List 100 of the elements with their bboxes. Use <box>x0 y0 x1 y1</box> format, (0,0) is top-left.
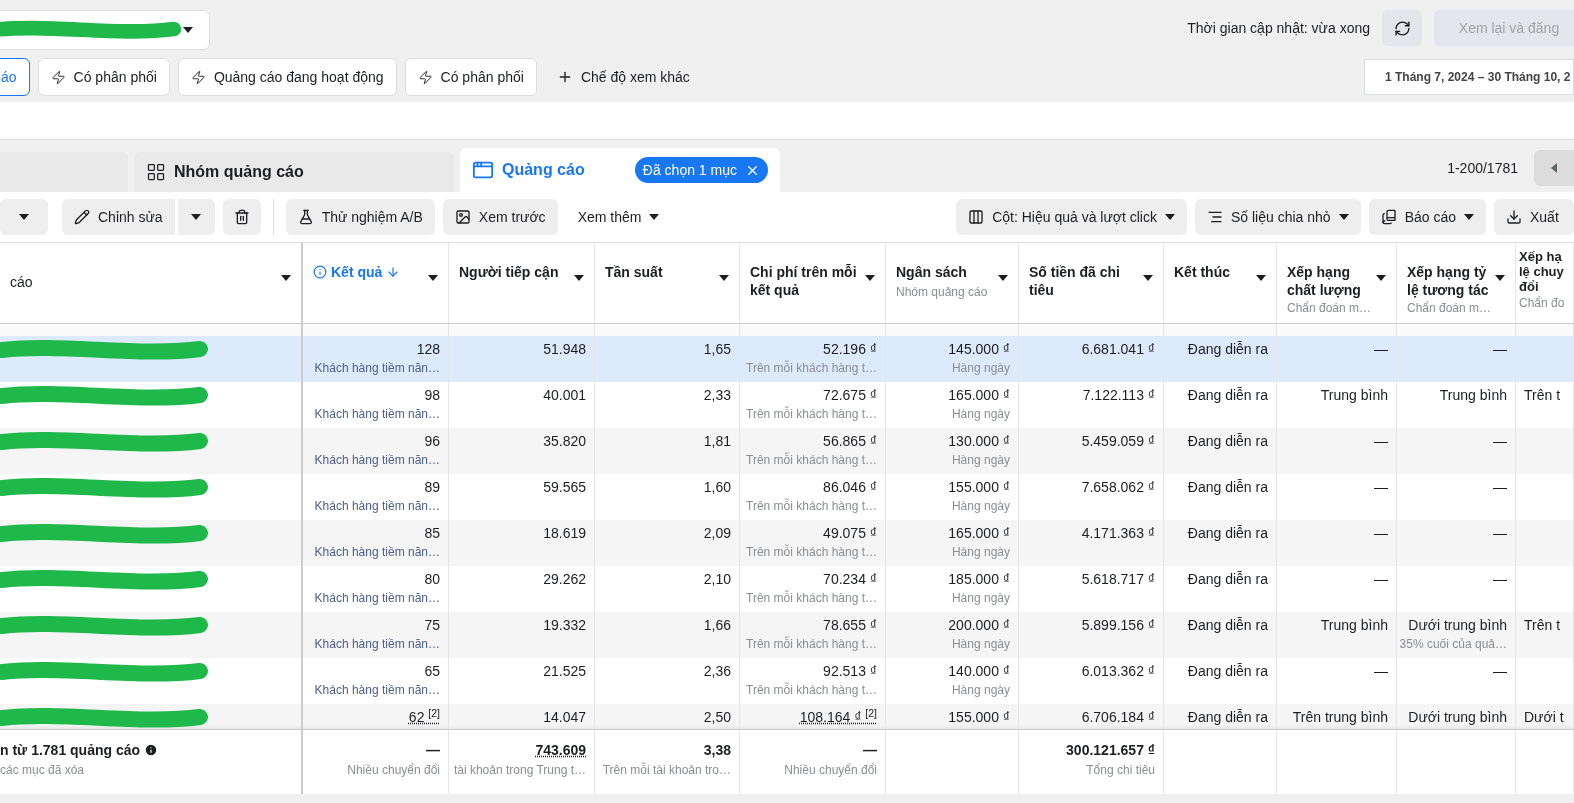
table-cell-text: 52.196 ₫ <box>823 340 877 359</box>
table-cell-text: — <box>1493 662 1507 681</box>
lightning-icon <box>417 69 433 85</box>
table-cell-text: 5.899.156 ₫ <box>1081 616 1155 635</box>
table-cell-text: 70.234 ₫ <box>823 570 877 589</box>
table-row[interactable]: 85 Khách hàng tiềm năn… 18.619 2,09 49.075 ₫ Trên mỗi khách hàng t… 165.000 ₫ Hàng ngày 4.171.363 ₫ Đang diễn ra — — <box>0 520 1574 566</box>
table-cell-text: 1,66 <box>703 616 731 635</box>
table-cell: 108.164 ₫ $^{[2]}$ <box>799 707 877 727</box>
table-cell-text: Trung bình <box>1439 386 1507 405</box>
table-cell-text: 96 <box>424 432 440 451</box>
toolbar-button[interactable]: Xuất <box>1494 199 1574 235</box>
table-cell-text: 2,09 <box>703 524 731 543</box>
table-cell-text: 128 <box>416 340 440 359</box>
lightning-icon <box>190 69 206 85</box>
tab[interactable]: Nhóm quảng cáo <box>134 152 454 192</box>
table-cell-text: — <box>1493 524 1507 543</box>
table-cell-text: 165.000 ₫ <box>948 386 1010 405</box>
table-cell-text: — <box>1493 570 1507 589</box>
table-cell-text: 2,10 <box>703 570 731 589</box>
table-cell-text: — <box>1493 340 1507 359</box>
caret-icon <box>183 27 193 33</box>
table-row[interactable]: 75 Khách hàng tiềm năn… 19.332 1,66 78.655 ₫ Trên mỗi khách hàng t… 200.000 ₫ Hàng ngày 5.899.156 ₫ Đang diễn ra Trung bình Dưới trung bình 35% cuối của quả… Trên t <box>0 612 1574 658</box>
table-cell-text: 2,50 <box>703 708 731 727</box>
pencil-icon <box>74 209 90 225</box>
table-cell-text: 98 <box>424 386 440 405</box>
account-dropdown[interactable] <box>0 10 210 50</box>
filter-chip[interactable]: Có phân phối <box>404 58 537 96</box>
column-header[interactable]: Người tiếp cận <box>459 263 559 281</box>
date-range-button[interactable]: 1 Tháng 7, 2024 – 30 Tháng 10, 2 <box>1364 59 1574 95</box>
trash-icon <box>233 209 250 225</box>
previous-page-button[interactable] <box>1534 150 1574 186</box>
toolbar-button[interactable]: Số liệu chia nhỏ <box>1195 199 1361 235</box>
filter-chip[interactable]: Quảng cáo đang hoạt động <box>177 58 397 96</box>
toolbar-button[interactable]: Báo cáo <box>1368 199 1486 235</box>
cell-subtext: Khách hàng tiềm năn… <box>314 452 440 469</box>
table-cell-text: 2,36 <box>703 662 731 681</box>
caret-icon <box>1338 214 1349 220</box>
column-header[interactable]: Chi phí trên mỗi kết quả <box>750 263 865 299</box>
toolbar-button[interactable]: Xem trước <box>442 199 558 235</box>
table-row[interactable]: 62 $^{[2]}$ 14.047 2,50 108.164 ₫ $^{[2]}$ 155.000 ₫ 6.706.184 ₫ Đang diễn ra Trên trung bình Dưới trung bình Dưới t <box>0 704 1574 729</box>
refresh-button[interactable] <box>1382 10 1422 46</box>
table-cell-text: 2,33 <box>703 386 731 405</box>
column-header[interactable]: Kết quả <box>313 263 401 281</box>
cell-subtext: Khách hàng tiềm năn… <box>314 498 440 515</box>
table-row[interactable]: 65 Khách hàng tiềm năn… 21.525 2,36 92.513 ₫ Trên mỗi khách hàng t… 140.000 ₫ Hàng ngày 6.013.362 ₫ Đang diễn ra — — <box>0 658 1574 704</box>
summary-value: 743.609 <box>535 741 586 760</box>
table-row[interactable]: 96 Khách hàng tiềm năn… 35.820 1,81 56.865 ₫ Trên mỗi khách hàng t… 130.000 ₫ Hàng ngày 5.459.059 ₫ Đang diễn ra — — <box>0 428 1574 474</box>
summary-value: — <box>426 741 440 760</box>
table-cell-text: Đang diễn ra <box>1187 386 1268 405</box>
toolbar-button[interactable]: Thử nghiệm A/B <box>285 199 435 235</box>
filter-chip[interactable]: áo <box>0 58 30 96</box>
cell-subtext: Hàng ngày <box>951 636 1010 653</box>
edit-dropdown-button[interactable] <box>176 199 215 235</box>
table-row[interactable]: 80 Khách hàng tiềm năn… 29.262 2,10 70.234 ₫ Trên mỗi khách hàng t… 185.000 ₫ Hàng ngày 5.618.717 ₫ Đang diễn ra — — <box>0 566 1574 612</box>
table-row[interactable]: 98 Khách hàng tiềm năn… 40.001 2,33 72.675 ₫ Trên mỗi khách hàng t… 165.000 ₫ Hàng ngày 7.122.113 ₫ Đang diễn ra Trung bình Trung bình Trên t <box>0 382 1574 428</box>
columns-icon <box>968 209 985 225</box>
cell-subtext: Hàng ngày <box>951 590 1010 607</box>
table-row[interactable]: 128 Khách hàng tiềm năn… 51.948 1,65 52.196 ₫ Trên mỗi khách hàng t… 145.000 ₫ Hàng ngày 6.681.041 ₫ Đang diễn ra — — <box>0 336 1574 382</box>
table-cell-text: Đang diễn ra <box>1187 478 1268 497</box>
table-cell-text: Đang diễn ra <box>1187 708 1268 727</box>
table-cell-text: 19.332 <box>543 616 586 635</box>
column-header[interactable]: Xếp hạ lệ chuy đổi <box>1519 249 1570 294</box>
column-header[interactable]: cáo <box>10 273 33 291</box>
column-header[interactable]: Xếp hạng chất lượng <box>1287 263 1376 299</box>
column-header[interactable]: Ngân sách <box>896 263 988 281</box>
caret-icon <box>19 214 29 220</box>
table-cell-text: 80 <box>424 570 440 589</box>
tab[interactable]: Quảng cáo Đã chọn 1 mục <box>460 148 780 192</box>
table-cell-text: 75 <box>424 616 440 635</box>
summary-subtext: các mục đã xóa <box>0 762 85 779</box>
summary-subtext: Nhiều chuyển đổi <box>347 762 440 779</box>
breakdown-icon <box>1207 209 1223 225</box>
cell-subtext: Khách hàng tiềm năn… <box>314 360 440 377</box>
more-views-button[interactable]: Chế độ xem khác <box>544 58 702 96</box>
column-header[interactable]: Tần suất <box>605 263 663 281</box>
table-cell-text: 1,65 <box>703 340 731 359</box>
caret-icon <box>428 275 438 281</box>
column-header[interactable]: Số tiền đã chi tiêu <box>1029 263 1143 299</box>
table-cell-text: 86.046 ₫ <box>823 478 877 497</box>
caret-icon <box>1256 275 1266 281</box>
toolbar-button[interactable]: Xem thêm <box>565 199 672 235</box>
cell-subtext: Khách hàng tiềm năn… <box>314 636 440 653</box>
report-icon <box>1380 209 1397 225</box>
filter-chip[interactable]: Có phân phối <box>37 58 170 96</box>
table-cell-text: Trung bình <box>1320 386 1388 405</box>
table-cell-text: 165.000 ₫ <box>948 524 1010 543</box>
caret-icon <box>1143 275 1153 281</box>
edit-button[interactable]: Chỉnh sửa <box>62 199 175 235</box>
column-header[interactable]: Xếp hạng tỷ lệ tương tác <box>1407 263 1495 299</box>
table-cell-text: Đang diễn ra <box>1187 432 1268 451</box>
delete-button[interactable] <box>222 199 261 235</box>
table-cell-text: Đang diễn ra <box>1187 524 1268 543</box>
previous-icon <box>1551 163 1557 173</box>
table-row[interactable]: 89 Khách hàng tiềm năn… 59.565 1,60 86.046 ₫ Trên mỗi khách hàng t… 155.000 ₫ Hàng ngày 7.658.062 ₫ Đang diễn ra — — <box>0 474 1574 520</box>
table-cell-text: 35.820 <box>543 432 586 451</box>
table-cell-text: 140.000 ₫ <box>948 662 1010 681</box>
column-header[interactable]: Kết thúc <box>1174 263 1230 281</box>
caret-icon <box>719 275 729 281</box>
table-cell-text: — <box>1374 662 1388 681</box>
toolbar-button[interactable]: Cột: Hiệu quả và lượt click <box>956 199 1187 235</box>
